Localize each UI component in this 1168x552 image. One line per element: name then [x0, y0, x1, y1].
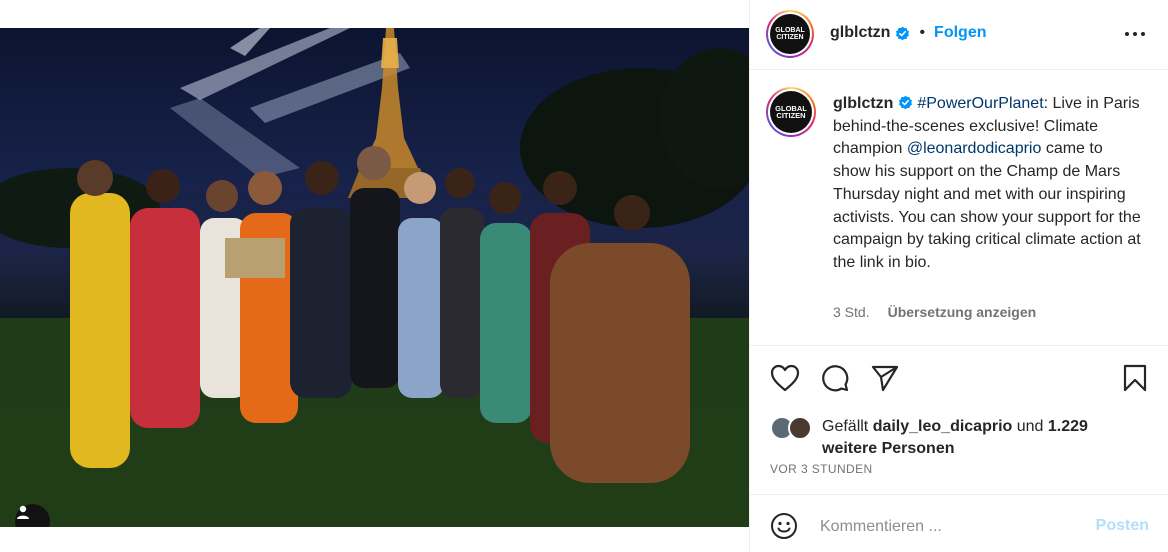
- post-header: GLOBAL CITIZEN glblctzn • Folgen: [750, 0, 1168, 70]
- bookmark-icon[interactable]: [1118, 361, 1152, 395]
- likes-count[interactable]: 1.229: [1048, 418, 1088, 435]
- translate-button[interactable]: Übersetzung anzeigen: [888, 304, 1037, 320]
- caption-body-2: came to show his support on the Champ de…: [833, 140, 1141, 271]
- author-info: glblctzn • Folgen: [830, 24, 986, 42]
- person-icon: [17, 505, 29, 519]
- verified-badge-icon: [896, 26, 910, 40]
- likes-others[interactable]: weitere Personen: [822, 440, 955, 457]
- caption-time: 3 Std.: [833, 304, 870, 320]
- post-media-column: [0, 0, 749, 552]
- follow-button[interactable]: Folgen: [934, 24, 986, 42]
- caption-meta: 3 Std. Übersetzung anzeigen: [833, 304, 1036, 320]
- heart-icon[interactable]: [768, 361, 802, 395]
- emoji-icon[interactable]: [770, 512, 798, 540]
- hashtag-link[interactable]: #PowerOurPlanet: [917, 95, 1043, 112]
- mention-link[interactable]: @leonardodicaprio: [907, 140, 1042, 157]
- post-comment-button[interactable]: Posten: [1096, 517, 1149, 535]
- post-caption: GLOBAL CITIZEN glblctzn #PowerOurPlanet:…: [750, 71, 1168, 346]
- comment-icon[interactable]: [818, 361, 852, 395]
- more-options-icon[interactable]: [1123, 24, 1147, 44]
- global-citizen-logo: GLOBAL CITIZEN: [770, 91, 812, 133]
- comment-box: Posten: [750, 494, 1168, 552]
- caption-username[interactable]: glblctzn: [833, 95, 893, 112]
- post-details-panel: GLOBAL CITIZEN glblctzn • Folgen GLOBAL …: [749, 0, 1168, 552]
- comment-input[interactable]: [820, 514, 1080, 540]
- separator-dot: •: [919, 24, 926, 41]
- liker-avatars[interactable]: [770, 416, 818, 442]
- post-photo[interactable]: [0, 28, 749, 527]
- paper-plane-icon[interactable]: [868, 361, 902, 395]
- author-avatar[interactable]: GLOBAL CITIZEN: [766, 10, 814, 58]
- liker-username[interactable]: daily_leo_dicaprio: [873, 418, 1013, 435]
- global-citizen-logo: GLOBAL CITIZEN: [770, 14, 810, 54]
- verified-badge-icon: [898, 95, 912, 110]
- post-actions: [750, 355, 1168, 405]
- post-timestamp[interactable]: VOR 3 STUNDEN: [770, 462, 873, 476]
- avatar: [788, 416, 812, 440]
- photo-illustration: [0, 28, 749, 527]
- likes-text: Gefällt daily_leo_dicaprio und 1.229 weit…: [822, 418, 1088, 457]
- caption-author-avatar[interactable]: GLOBAL CITIZEN: [766, 87, 816, 137]
- author-username[interactable]: glblctzn: [830, 24, 890, 42]
- caption-text: glblctzn #PowerOurPlanet: Live in Paris …: [833, 93, 1143, 275]
